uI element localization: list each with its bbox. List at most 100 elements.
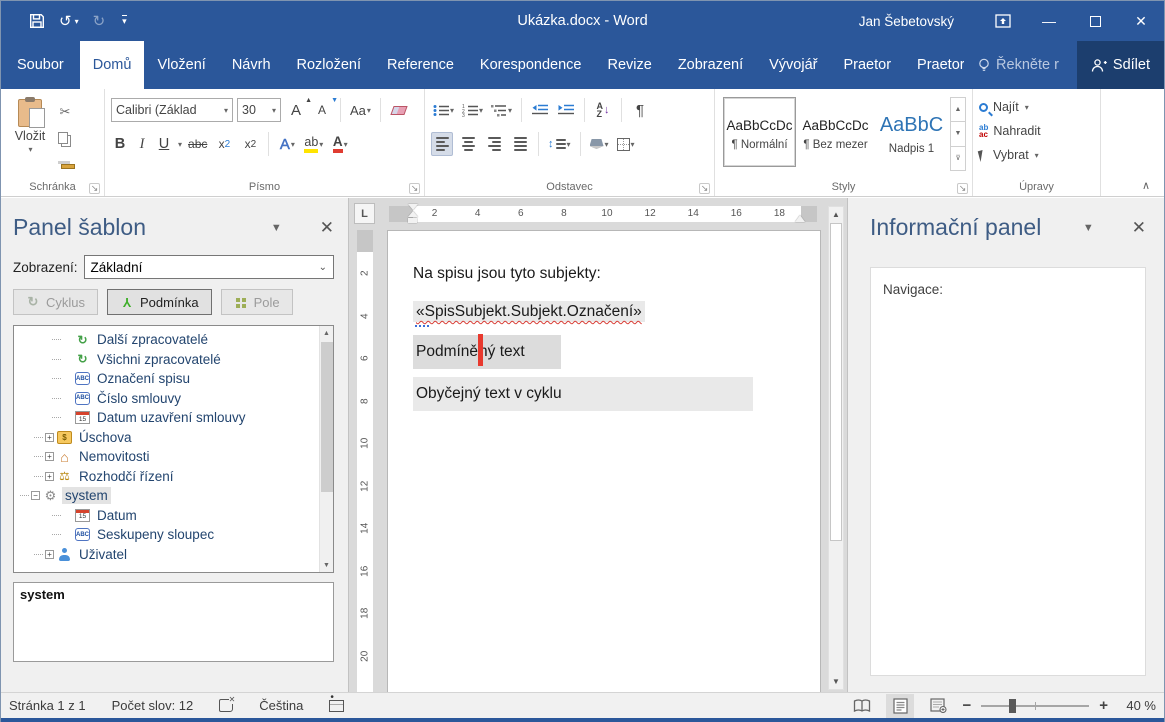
tell-me-tab[interactable]: Řekněte r	[964, 41, 1073, 89]
copy-button[interactable]	[53, 127, 77, 148]
zoom-percentage[interactable]: 40 %	[1118, 698, 1156, 713]
info-panel-close-button[interactable]: ✕	[1132, 218, 1146, 238]
ribbon-tab[interactable]: Rozložení	[284, 41, 374, 89]
template-action-button[interactable]: Cyklus	[13, 289, 98, 315]
view-combobox[interactable]: Základní⌄	[84, 255, 334, 279]
decrease-indent-button[interactable]	[529, 98, 551, 122]
tree-item[interactable]: Datum	[18, 506, 317, 526]
word-count[interactable]: Počet slov: 12	[112, 698, 194, 713]
replace-button[interactable]: abacNahradit	[979, 119, 1096, 143]
shading-button[interactable]: ▾	[588, 132, 611, 156]
style-card[interactable]: AaBbCcDc ¶ Normální	[723, 97, 796, 167]
ribbon-tab[interactable]: Korespondence	[467, 41, 595, 89]
style-card[interactable]: AaBbC Nadpis 1	[875, 97, 948, 167]
close-button[interactable]: ✕	[1118, 1, 1164, 41]
align-center-button[interactable]	[457, 132, 479, 156]
styles-scroll-down-button[interactable]: ▼	[951, 122, 965, 146]
ribbon-tab[interactable]: Zobrazení	[665, 41, 756, 89]
tree-item[interactable]: + Rozhodčí řízení	[18, 467, 317, 487]
font-dialog-launcher[interactable]: ↘	[409, 183, 420, 194]
font-color-button[interactable]: A▾	[329, 132, 351, 156]
clear-formatting-button[interactable]	[388, 98, 410, 122]
ribbon-tab[interactable]: Soubor	[1, 41, 80, 89]
align-left-button[interactable]	[431, 132, 453, 156]
template-action-button[interactable]: Pole	[221, 289, 293, 315]
sort-button[interactable]: AZ↓	[592, 98, 614, 122]
tree-item[interactable]: Další zpracovatelé	[18, 330, 317, 350]
text-highlight-button[interactable]: ab▾	[302, 132, 325, 156]
ribbon-tab[interactable]: Reference	[374, 41, 467, 89]
document-scrollbar[interactable]: ▲ ▼	[828, 206, 844, 690]
web-layout-button[interactable]	[924, 694, 952, 718]
strikethrough-button[interactable]: abc	[186, 132, 209, 156]
ribbon-tab[interactable]: Revize	[594, 41, 664, 89]
subscript-button[interactable]: x2	[213, 132, 235, 156]
tree-expand-toggle[interactable]: +	[45, 452, 54, 461]
tree-scrollbar-thumb[interactable]	[321, 342, 333, 492]
merge-field-line[interactable]: «SpisSubjekt.Subjekt.Označení»	[413, 297, 820, 327]
text-effects-button[interactable]: A▾	[276, 132, 298, 156]
ribbon-tab[interactable]: Vývojář	[756, 41, 830, 89]
tree-expand-toggle[interactable]: +	[45, 472, 54, 481]
language-indicator[interactable]: Čeština	[259, 698, 303, 713]
style-card[interactable]: AaBbCcDc ¶ Bez mezer	[799, 97, 872, 167]
grow-font-button[interactable]: A▲	[285, 98, 307, 122]
ribbon-display-options-button[interactable]	[980, 1, 1026, 41]
tree-scrollbar[interactable]: ▲ ▼	[319, 326, 333, 572]
justify-button[interactable]	[509, 132, 531, 156]
zoom-out-button[interactable]: −	[962, 697, 971, 714]
zoom-slider[interactable]	[981, 705, 1089, 707]
show-hide-marks-button[interactable]: ¶	[629, 98, 651, 122]
horizontal-ruler[interactable]: 24681012141618	[389, 206, 817, 222]
tree-expand-toggle[interactable]: +	[45, 550, 54, 559]
bullets-button[interactable]: ▾	[431, 98, 456, 122]
underline-dropdown-icon[interactable]: ▾	[178, 140, 182, 149]
template-panel-menu-button[interactable]: ▼	[271, 222, 282, 234]
tree-item[interactable]: − system	[18, 486, 317, 506]
ribbon-tab[interactable]: Návrh	[219, 41, 284, 89]
numbering-button[interactable]: 123▾	[460, 98, 485, 122]
tree-item[interactable]: Označení spisu	[18, 369, 317, 389]
tree-item[interactable]: Seskupeny sloupec	[18, 525, 317, 545]
paragraph-intro[interactable]: Na spisu jsou tyto subjekty:	[413, 259, 820, 289]
collapse-ribbon-button[interactable]: ∧	[1142, 179, 1150, 192]
tree-expand-toggle[interactable]: −	[31, 491, 40, 500]
maximize-button[interactable]	[1072, 1, 1118, 41]
tree-item[interactable]: + Uživatel	[18, 545, 317, 565]
find-button[interactable]: Najít▾	[979, 95, 1096, 119]
tree-item[interactable]: Všichni zpracovatelé	[18, 350, 317, 370]
document-scrollbar-thumb[interactable]	[830, 223, 842, 541]
font-name-combobox[interactable]: Calibri (Základ▾	[111, 98, 233, 122]
signed-in-user[interactable]: Jan Šebetovský	[859, 14, 954, 29]
underline-button[interactable]: U	[155, 132, 173, 156]
conditional-text-line[interactable]: Podmíněný text	[413, 335, 820, 369]
scroll-up-icon[interactable]: ▲	[829, 207, 843, 222]
zoom-slider-thumb[interactable]	[1009, 699, 1016, 713]
tab-selector-button[interactable]: L	[354, 203, 375, 224]
macro-recording-icon[interactable]	[329, 700, 344, 712]
merge-field[interactable]: «SpisSubjekt.Subjekt.Označení»	[413, 301, 645, 322]
ribbon-tab[interactable]: Praetor	[830, 41, 904, 89]
template-panel-close-button[interactable]: ✕	[320, 218, 334, 238]
customize-qat-button[interactable]: ▾	[119, 15, 127, 27]
proofing-errors-icon[interactable]	[219, 699, 233, 712]
page-count[interactable]: Stránka 1 z 1	[9, 698, 86, 713]
share-button[interactable]: Sdílet	[1077, 41, 1164, 89]
save-button[interactable]	[29, 13, 45, 29]
scroll-up-icon[interactable]: ▲	[320, 326, 333, 340]
paragraph-dialog-launcher[interactable]: ↘	[699, 183, 710, 194]
select-button[interactable]: Vybrat▾	[979, 143, 1096, 167]
tree-item[interactable]: + Úschova	[18, 428, 317, 448]
cut-button[interactable]: ✂	[53, 101, 77, 122]
shrink-font-button[interactable]: A▼	[311, 98, 333, 122]
document-page[interactable]: Na spisu jsou tyto subjekty: «SpisSubjek…	[387, 230, 821, 692]
increase-indent-button[interactable]	[555, 98, 577, 122]
styles-scroll-up-button[interactable]: ▲	[951, 98, 965, 122]
tree-item[interactable]: + Nemovitosti	[18, 447, 317, 467]
template-action-button[interactable]: Podmínka	[107, 289, 212, 315]
read-mode-button[interactable]	[848, 694, 876, 718]
tree-expand-toggle[interactable]: +	[45, 433, 54, 442]
format-painter-button[interactable]	[53, 153, 77, 174]
minimize-button[interactable]: —	[1026, 1, 1072, 41]
tree-item[interactable]: Datum uzavření smlouvy	[18, 408, 317, 428]
